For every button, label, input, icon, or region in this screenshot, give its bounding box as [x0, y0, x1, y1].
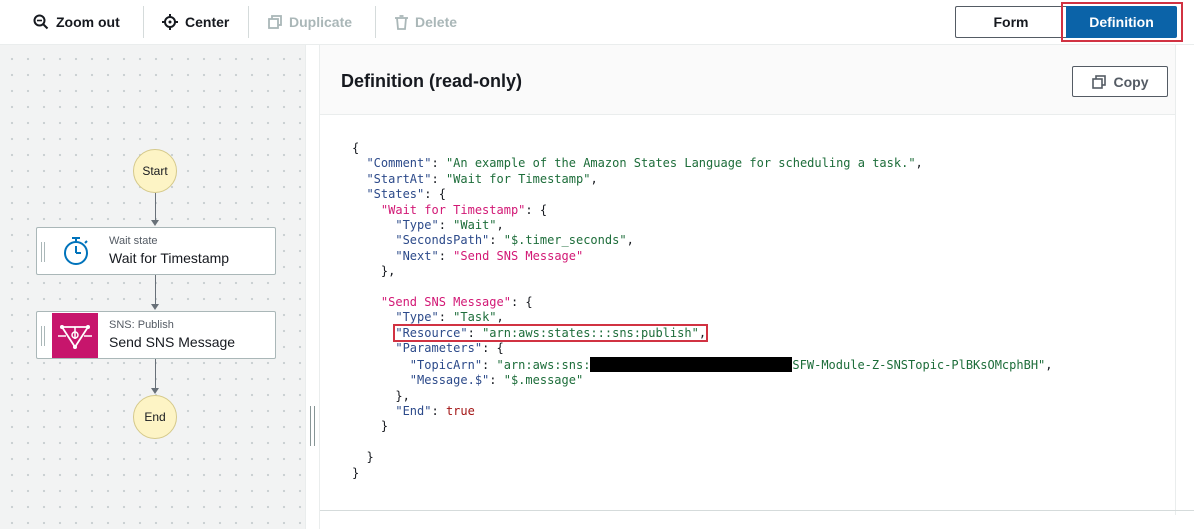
state-type-label: SNS: Publish	[109, 319, 174, 331]
json-key: "StartAt"	[366, 171, 432, 186]
arrow-head	[151, 220, 159, 226]
json-string: "Wait for Timestamp"	[445, 171, 591, 186]
json-string: "Wait"	[453, 218, 497, 233]
state-name-label: Send SNS Message	[109, 334, 236, 350]
toolbar-separator	[375, 6, 376, 38]
edge-line	[155, 359, 156, 389]
panel-divider	[320, 510, 1194, 511]
state-name-label: Wait for Timestamp	[109, 250, 230, 266]
edge-line	[155, 275, 156, 305]
json-string: "$.message"	[503, 373, 584, 388]
center-label: Center	[185, 14, 230, 30]
state-wait-for-timestamp[interactable]: Wait state Wait for Timestamp	[36, 227, 276, 275]
delete-button[interactable]: Delete	[395, 0, 457, 44]
json-string: "arn:aws:sns:	[496, 357, 591, 372]
json-string: "Task"	[453, 310, 497, 325]
zoom-out-label: Zoom out	[56, 14, 120, 30]
copy-icon	[1091, 74, 1106, 89]
json-key: "Next"	[395, 248, 439, 263]
resize-grip-icon[interactable]	[310, 406, 315, 446]
workflow-canvas[interactable]	[0, 45, 305, 529]
arrow-head	[151, 388, 159, 394]
json-string: "arn:aws:states:::sns:publish"	[482, 325, 699, 340]
trash-icon	[395, 14, 408, 30]
duplicate-icon	[268, 15, 282, 29]
zoom-out-button[interactable]: Zoom out	[33, 0, 120, 44]
center-button[interactable]: Center	[162, 0, 229, 44]
json-key: "Comment"	[366, 156, 432, 171]
highlight-box	[1061, 2, 1183, 42]
json-key: "SecondsPath"	[395, 233, 490, 248]
crosshair-icon	[162, 14, 178, 30]
panel-title: Definition (read-only)	[341, 71, 522, 91]
sns-icon	[52, 313, 98, 358]
json-key: "TopicArn"	[409, 357, 483, 372]
panel-header: Definition (read-only) Copy	[320, 45, 1176, 115]
zoom-out-icon	[33, 14, 49, 30]
duplicate-button[interactable]: Duplicate	[268, 0, 352, 44]
json-string: "Send SNS Message"	[453, 248, 584, 263]
json-key: "States"	[366, 187, 425, 202]
json-key: "Type"	[395, 310, 439, 325]
json-key: "Parameters"	[395, 341, 483, 356]
state-type-label: Wait state	[109, 235, 158, 247]
toolbar-separator	[143, 6, 144, 38]
json-string: SFW-Module-Z-SNSTopic-PlBKsOMcphBH"	[792, 357, 1046, 372]
json-key: "End"	[395, 403, 432, 418]
json-boolean: true	[445, 403, 475, 418]
state-send-sns-message[interactable]: SNS: Publish Send SNS Message	[36, 311, 276, 359]
start-node[interactable]: Start	[133, 149, 177, 193]
form-tab-button[interactable]: Form	[955, 6, 1066, 38]
copy-button[interactable]: Copy	[1072, 66, 1168, 97]
panel-resizer[interactable]	[305, 45, 319, 529]
edge-line	[155, 193, 156, 221]
toolbar-separator	[248, 6, 249, 38]
json-key: "Message.$"	[409, 373, 490, 388]
json-state-key: "Wait for Timestamp"	[380, 202, 526, 217]
stopwatch-icon	[52, 228, 100, 274]
drag-handle[interactable]	[41, 242, 45, 262]
arrow-head	[151, 304, 159, 310]
panel-edge	[1175, 45, 1176, 515]
definition-code: { "Comment": "An example of the Amazon S…	[352, 141, 1053, 480]
redaction-bar	[590, 356, 793, 372]
definition-panel: Definition (read-only) Copy { "Comment":…	[319, 45, 1194, 529]
json-string: "$.timer_seconds"	[503, 233, 627, 248]
json-state-key: "Send SNS Message"	[380, 295, 511, 310]
resource-highlight: "Resource": "arn:aws:states:::sns:publis…	[393, 323, 709, 342]
end-node[interactable]: End	[133, 395, 177, 439]
json-key: "Type"	[395, 218, 439, 233]
drag-handle[interactable]	[41, 326, 45, 346]
json-string: "An example of the Amazon States Languag…	[445, 156, 916, 171]
delete-label: Delete	[415, 14, 458, 30]
copy-label: Copy	[1113, 73, 1149, 90]
duplicate-label: Duplicate	[289, 14, 353, 30]
toolbar: Zoom out Center Duplicate Delete Form De…	[0, 0, 1194, 45]
json-key: "Resource"	[395, 325, 468, 340]
